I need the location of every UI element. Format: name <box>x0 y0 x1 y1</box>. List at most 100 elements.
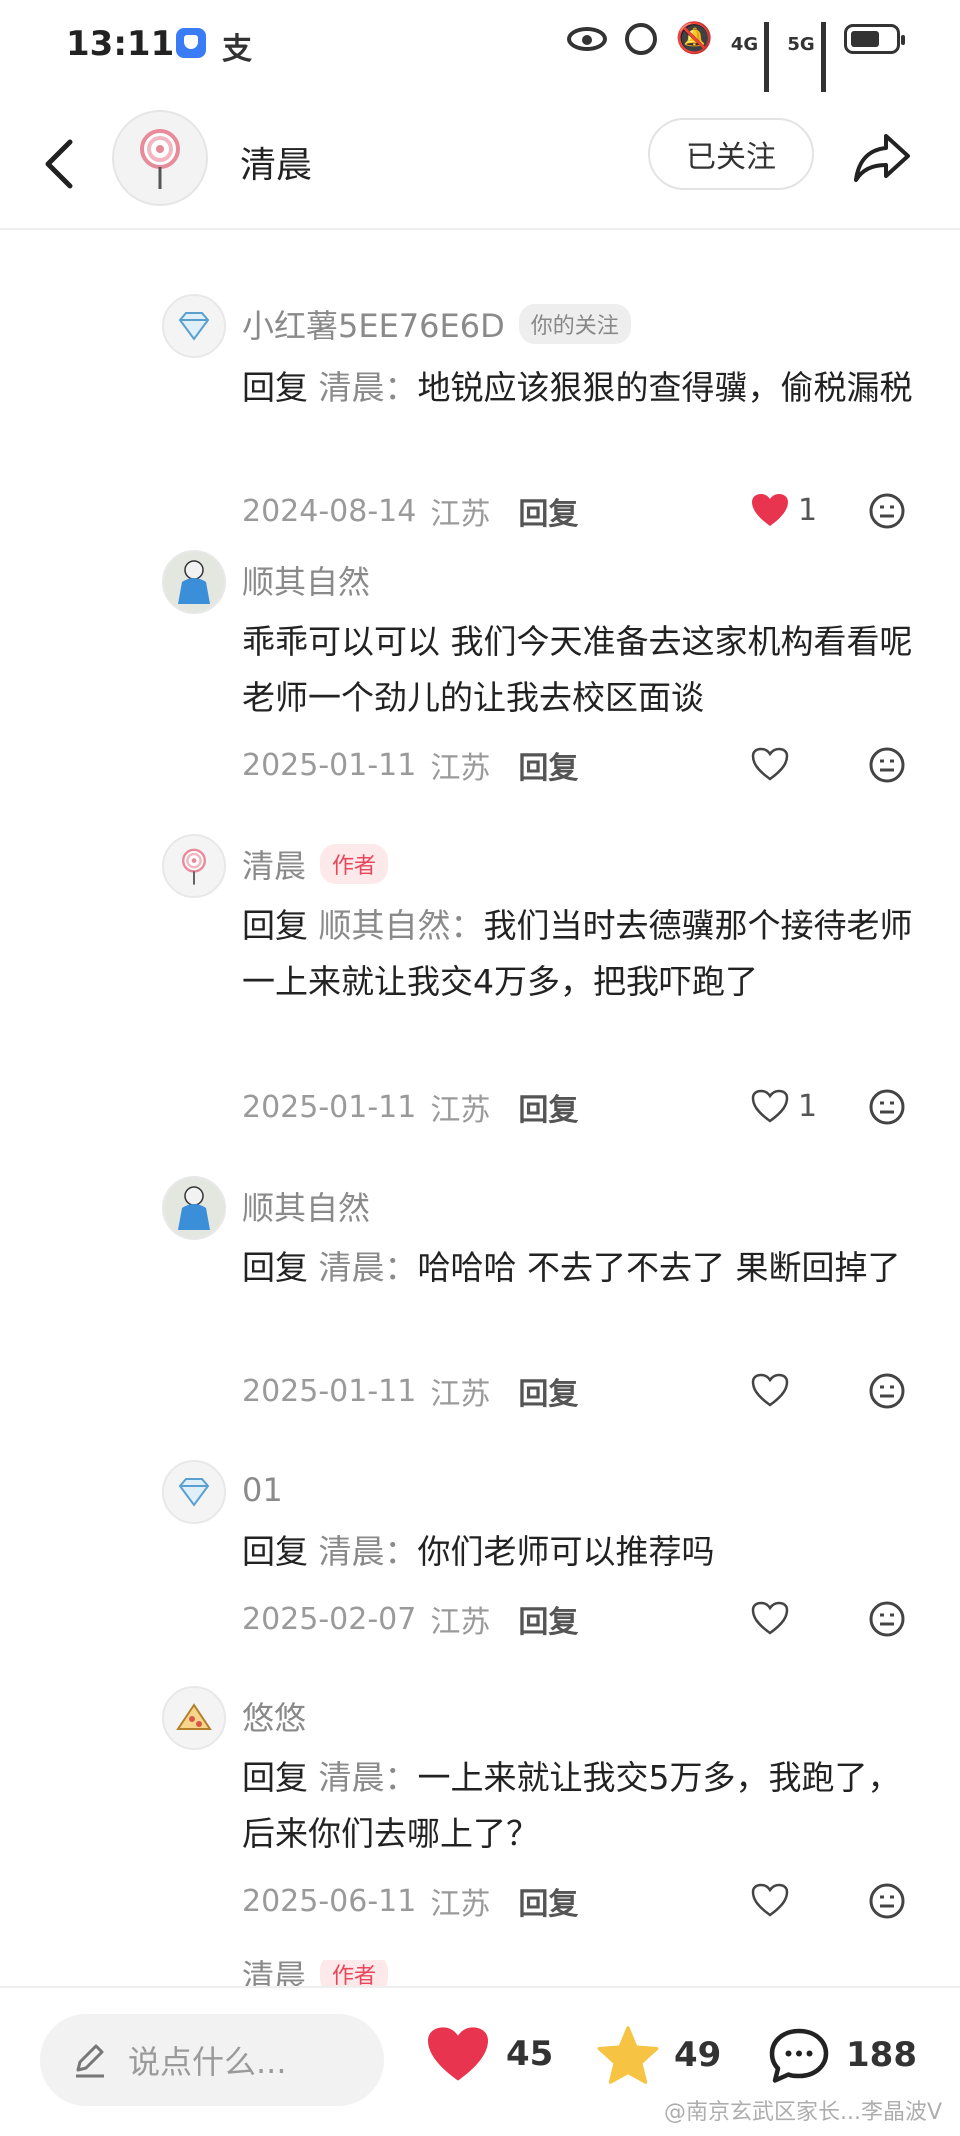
comment-input[interactable]: 说点什么... <box>40 2014 384 2106</box>
reply-button[interactable]: 回复 <box>518 1879 578 1923</box>
watermark: @南京玄武区家长...李晶波V <box>663 2100 942 2125</box>
diamond-icon <box>178 1478 210 1507</box>
comment-date: 2025-02-07 <box>242 1601 417 1637</box>
signal-5g-icon: 5G <box>787 22 826 92</box>
favorite-count: 49 <box>674 2035 722 2075</box>
author-tag: 作者 <box>320 844 389 884</box>
reply-button[interactable]: 回复 <box>518 1085 578 1129</box>
commenter-avatar[interactable] <box>162 1686 226 1750</box>
like-button[interactable] <box>750 746 790 782</box>
commenter-name[interactable]: 清晨 <box>242 1960 306 1986</box>
pizza-icon <box>176 1703 212 1730</box>
reply-button[interactable]: 回复 <box>518 489 578 533</box>
signal-4g-icon: 4G <box>731 22 770 92</box>
comment-text[interactable]: 乖乖可以可以 我们今天准备去这家机构看看呢 老师一个劲儿的让我去校区面谈 <box>242 614 922 726</box>
alipay-app-icon: 支 <box>222 32 252 67</box>
emoji-react-icon[interactable] <box>868 1600 906 1638</box>
comment-meta: 2025-02-07 江苏 回复 <box>242 1594 922 1644</box>
comment-location: 江苏 <box>430 1887 491 1922</box>
commenter-avatar[interactable] <box>162 1460 226 1524</box>
like-button[interactable]: 1 <box>750 492 817 528</box>
bottom-action-bar: 说点什么... 45 49 188 @南京玄武区家长...李晶波V <box>0 1986 960 2136</box>
status-time: 13:11 <box>66 24 175 64</box>
heart-outline-icon <box>751 1373 789 1407</box>
commenter-avatar[interactable] <box>162 294 226 358</box>
comment-item-partial: 清晨 作者 <box>0 1960 960 1986</box>
comments-button[interactable]: 188 <box>766 2024 917 2086</box>
emoji-react-icon[interactable] <box>868 1088 906 1126</box>
favorite-button[interactable]: 49 <box>596 2024 721 2086</box>
comment-location: 江苏 <box>430 1093 491 1128</box>
follow-button[interactable]: 已关注 <box>648 118 814 190</box>
comment-text[interactable]: 回复 清晨：你们老师可以推荐吗 <box>242 1524 922 1580</box>
comment-meta: 2024-08-14 江苏 回复 1 <box>242 486 922 536</box>
like-button[interactable] <box>750 1882 790 1918</box>
commenter-name[interactable]: 清晨 <box>242 841 306 887</box>
heart-outline-icon <box>751 1089 789 1123</box>
child-photo-avatar <box>164 1178 224 1238</box>
heart-filled-icon <box>752 494 788 526</box>
commenter-name[interactable]: 顺其自然 <box>242 557 370 603</box>
comment-meta: 2025-06-11 江苏 回复 <box>242 1876 922 1926</box>
commenter-avatar[interactable] <box>162 550 226 614</box>
comment-date: 2025-01-11 <box>242 747 417 783</box>
author-name[interactable]: 清晨 <box>240 136 312 188</box>
share-icon[interactable] <box>852 130 912 184</box>
emoji-react-icon[interactable] <box>868 1882 906 1920</box>
comment-location: 江苏 <box>430 497 491 532</box>
comment-location: 江苏 <box>430 1605 491 1640</box>
comment-meta: 2025-01-11 江苏 回复 <box>242 740 922 790</box>
commenter-name[interactable]: 顺其自然 <box>242 1183 370 1229</box>
commenter-avatar[interactable] <box>162 1176 226 1240</box>
like-post-button[interactable]: 45 <box>424 2024 553 2084</box>
pencil-icon <box>76 2044 104 2078</box>
reply-button[interactable]: 回复 <box>518 1597 578 1641</box>
commenter-name[interactable]: 悠悠 <box>242 1693 306 1739</box>
heart-outline-icon <box>751 747 789 781</box>
eye-icon <box>567 26 608 51</box>
commenter-name[interactable]: 小红薯5EE76E6D <box>242 301 505 347</box>
like-button[interactable] <box>750 1600 790 1636</box>
status-bar: 13:11 支 🔕 4G 5G <box>0 0 960 92</box>
author-avatar[interactable] <box>112 110 208 206</box>
comment-location: 江苏 <box>430 1377 491 1412</box>
like-button[interactable] <box>750 1372 790 1408</box>
bell-mute-icon: 🔕 <box>675 20 713 56</box>
emoji-react-icon[interactable] <box>868 1372 906 1410</box>
status-icons: 🔕 4G 5G <box>567 20 905 92</box>
heart-filled-icon <box>428 2027 488 2081</box>
star-filled-icon <box>597 2026 659 2084</box>
lollipop-icon <box>140 129 180 189</box>
emoji-react-icon[interactable] <box>868 746 906 784</box>
chat-bubble-icon <box>769 2028 829 2083</box>
reply-button[interactable]: 回复 <box>518 743 578 787</box>
author-tag: 作者 <box>320 1960 389 1986</box>
comment-text[interactable]: 回复 清晨：地锐应该狠狠的查得骥，偷税漏税 <box>242 360 922 416</box>
like-count: 45 <box>506 2034 554 2074</box>
comment-text[interactable]: 回复 清晨：哈哈哈 不去了不去了 果断回掉了 <box>242 1240 922 1296</box>
comment-date: 2025-01-11 <box>242 1373 417 1409</box>
comment-location: 江苏 <box>430 751 491 786</box>
child-photo-avatar <box>164 552 224 612</box>
input-placeholder: 说点什么... <box>128 2043 287 2081</box>
like-button[interactable]: 1 <box>750 1088 817 1124</box>
comment-date: 2024-08-14 <box>242 493 417 529</box>
comment-date: 2025-01-11 <box>242 1089 417 1125</box>
comment-date: 2025-06-11 <box>242 1883 417 1919</box>
lollipop-icon <box>182 848 206 885</box>
commenter-name[interactable]: 01 <box>242 1471 283 1509</box>
back-chevron-icon[interactable] <box>40 136 80 192</box>
commenter-avatar[interactable] <box>162 834 226 898</box>
following-tag: 你的关注 <box>518 304 631 344</box>
header: 清晨 已关注 <box>0 100 960 230</box>
shield-app-icon <box>176 28 206 58</box>
comment-text[interactable]: 回复 顺其自然：我们当时去德骥那个接待老师一上来就让我交4万多，把我吓跑了 <box>242 898 922 1010</box>
heart-outline-icon <box>751 1601 789 1635</box>
heart-outline-icon <box>751 1883 789 1917</box>
diamond-icon <box>178 312 210 341</box>
comment-count: 188 <box>846 2035 917 2075</box>
comment-text[interactable]: 回复 清晨：一上来就让我交5万多，我跑了，后来你们去哪上了？ <box>242 1750 922 1862</box>
emoji-react-icon[interactable] <box>868 492 906 530</box>
alarm-icon <box>625 22 658 55</box>
reply-button[interactable]: 回复 <box>518 1369 578 1413</box>
